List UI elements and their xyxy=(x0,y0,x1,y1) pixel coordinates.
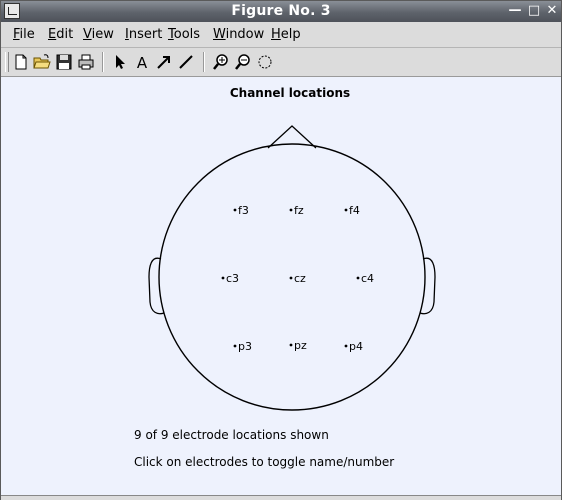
zoom-out-icon[interactable] xyxy=(233,52,253,72)
toolbar-separator xyxy=(102,52,104,72)
electrode-label: pz xyxy=(294,339,307,352)
menu-insert[interactable]: Insert xyxy=(125,27,162,42)
electrode-label: f3 xyxy=(238,204,249,217)
toolbar: A xyxy=(1,48,561,77)
window-title: Figure No. 3 xyxy=(231,3,331,19)
electrode-label: p3 xyxy=(238,340,252,353)
new-file-icon[interactable] xyxy=(11,52,31,72)
electrode-label: c4 xyxy=(361,272,374,285)
open-folder-icon[interactable] xyxy=(32,52,52,72)
save-icon[interactable] xyxy=(54,52,74,72)
title-bar[interactable]: Figure No. 3 — □ ✕ xyxy=(1,1,561,22)
electrode-label: f4 xyxy=(349,204,360,217)
menu-help[interactable]: Help xyxy=(271,27,301,42)
electrode-c3[interactable]: c3 xyxy=(221,272,239,285)
toggle-hint-text: Click on electrodes to toggle name/numbe… xyxy=(134,455,395,469)
print-icon[interactable] xyxy=(76,52,96,72)
head-outline xyxy=(158,143,426,411)
electrode-label: p4 xyxy=(349,340,363,353)
electrode-p3[interactable]: p3 xyxy=(233,340,252,353)
figure-window: Figure No. 3 — □ ✕ File Edit View Insert… xyxy=(0,0,562,500)
close-button[interactable]: ✕ xyxy=(544,3,560,19)
toolbar-grip[interactable] xyxy=(5,52,9,72)
menu-view[interactable]: View xyxy=(83,27,114,42)
insert-text-glyph: A xyxy=(137,54,148,72)
zoom-in-icon[interactable] xyxy=(211,52,231,72)
electrodes-shown-text: 9 of 9 electrode locations shown xyxy=(134,428,329,442)
electrode-label: cz xyxy=(294,272,306,285)
select-arrow-icon[interactable] xyxy=(110,52,130,72)
electrode-c4[interactable]: c4 xyxy=(356,272,374,285)
menu-edit[interactable]: Edit xyxy=(48,27,73,42)
electrode-p4[interactable]: p4 xyxy=(344,340,363,353)
figure-canvas[interactable]: Channel locations f3 fz f4 c3 cz c4 p3 p… xyxy=(1,77,561,495)
electrode-label: c3 xyxy=(226,272,239,285)
insert-text-icon[interactable]: A xyxy=(132,52,152,72)
menu-window[interactable]: Window xyxy=(213,27,264,42)
electrode-pz[interactable]: pz xyxy=(289,339,307,352)
insert-arrow-icon[interactable] xyxy=(154,52,174,72)
minimize-button[interactable]: — xyxy=(507,3,523,19)
electrode-label: fz xyxy=(294,204,304,217)
toolbar-separator-2 xyxy=(203,52,205,72)
menu-tools[interactable]: Tools xyxy=(168,27,200,42)
window-bottom-border xyxy=(1,495,561,500)
rotate-icon[interactable] xyxy=(255,52,275,72)
electrode-fz[interactable]: fz xyxy=(289,204,304,217)
electrode-f3[interactable]: f3 xyxy=(233,204,249,217)
insert-line-icon[interactable] xyxy=(176,52,196,72)
menu-bar: File Edit View Insert Tools Window Help xyxy=(1,23,561,48)
electrode-cz[interactable]: cz xyxy=(289,272,306,285)
menu-file[interactable]: File xyxy=(13,27,35,42)
electrode-f4[interactable]: f4 xyxy=(344,204,360,217)
maximize-button[interactable]: □ xyxy=(526,3,542,19)
